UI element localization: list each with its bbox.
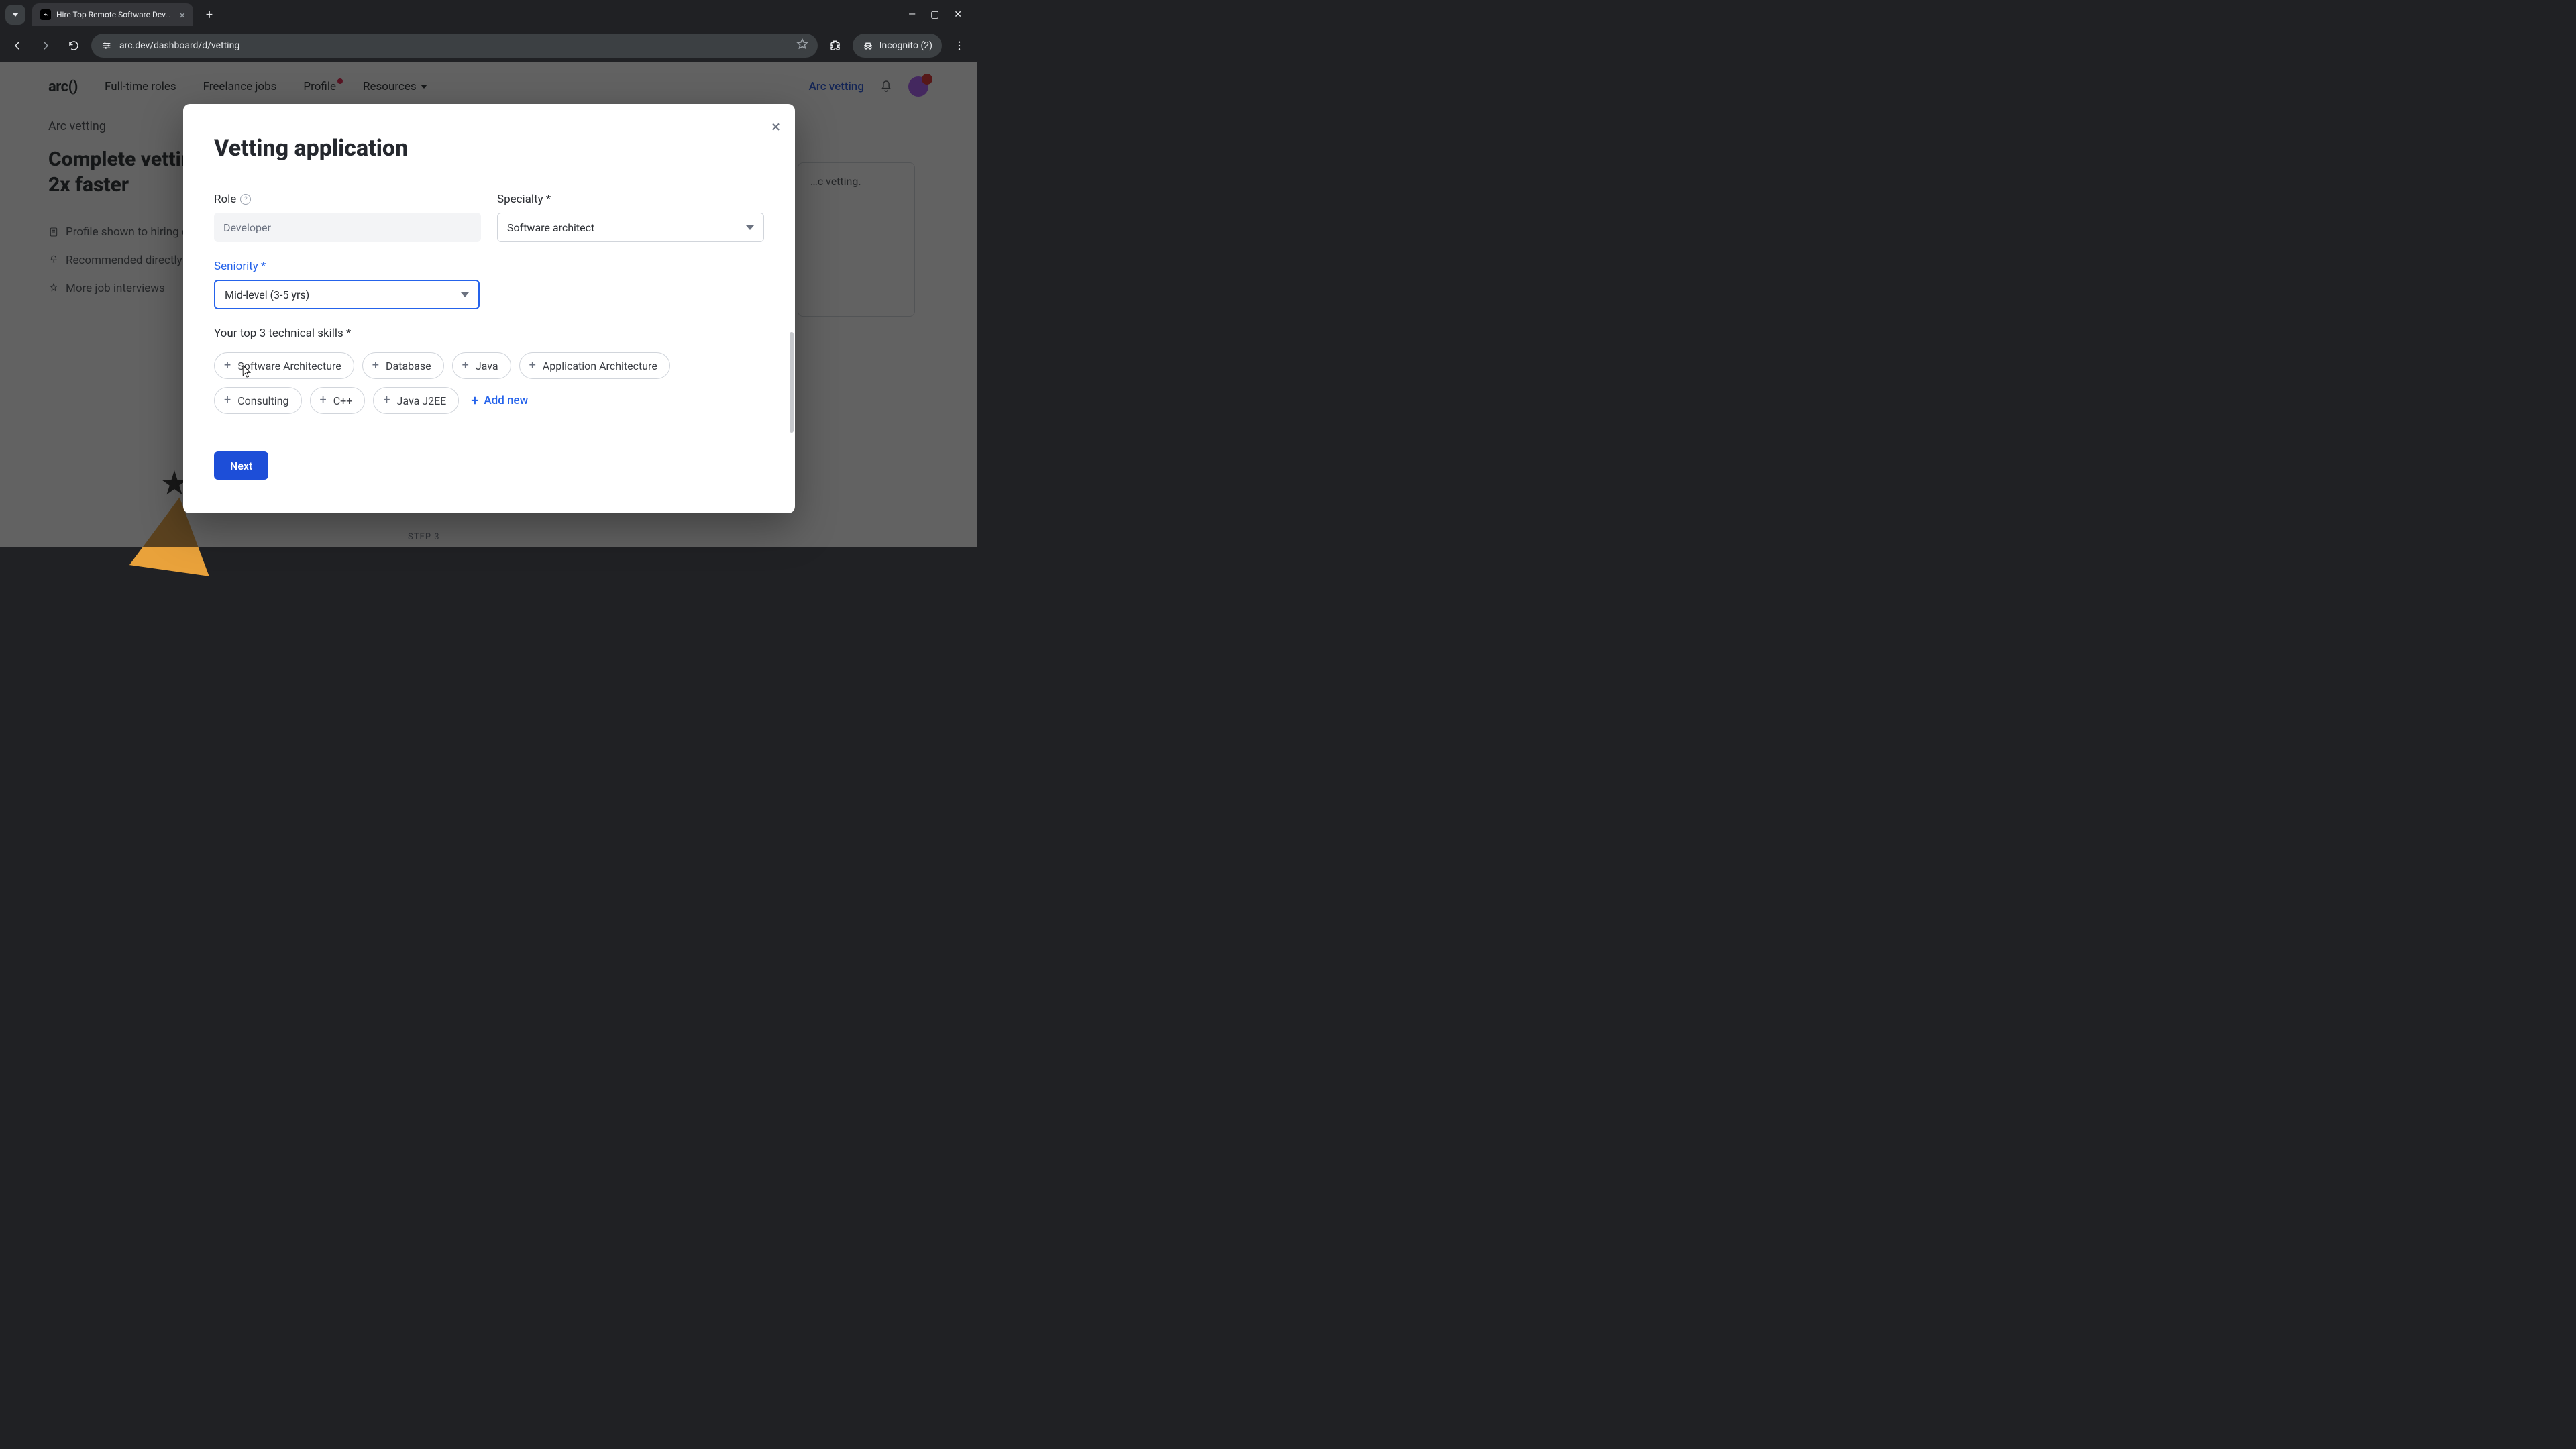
- browser-tab[interactable]: ⌁ Hire Top Remote Software Dev… ×: [32, 3, 193, 26]
- tab-close-icon[interactable]: ×: [179, 9, 185, 21]
- skill-chip[interactable]: +C++: [310, 387, 366, 414]
- minimize-button[interactable]: —: [908, 9, 916, 20]
- forward-button[interactable]: [35, 35, 56, 56]
- modal-close-button[interactable]: ×: [771, 119, 780, 135]
- next-button[interactable]: Next: [214, 451, 268, 480]
- bookmark-icon[interactable]: [796, 38, 808, 53]
- role-field: Developer: [214, 213, 481, 242]
- tab-title: Hire Top Remote Software Dev…: [56, 10, 174, 19]
- chevron-down-icon: [461, 292, 469, 297]
- browser-chrome: ⌁ Hire Top Remote Software Dev… × + — ▢ …: [0, 0, 977, 62]
- skill-chip[interactable]: +Java: [452, 352, 511, 379]
- plus-icon: +: [224, 394, 231, 407]
- plus-icon: +: [529, 360, 536, 372]
- plus-icon: +: [224, 360, 231, 372]
- scrollbar[interactable]: [790, 332, 794, 433]
- kebab-menu-button[interactable]: [949, 35, 970, 56]
- skills-label: Your top 3 technical skills *: [214, 327, 764, 340]
- tab-strip: ⌁ Hire Top Remote Software Dev… × + — ▢ …: [0, 0, 977, 30]
- back-button[interactable]: [7, 35, 28, 56]
- url-text: arc.dev/dashboard/d/vetting: [119, 40, 239, 51]
- favicon-icon: ⌁: [40, 9, 51, 20]
- seniority-select[interactable]: Mid-level (3-5 yrs): [214, 280, 480, 309]
- plus-icon: +: [320, 394, 327, 407]
- plus-icon: +: [383, 394, 390, 407]
- skill-chip[interactable]: +Software Architecture: [214, 352, 354, 379]
- role-label: Role ?: [214, 193, 481, 206]
- skill-chip[interactable]: +Application Architecture: [519, 352, 670, 379]
- incognito-label: Incognito (2): [879, 40, 932, 51]
- window-controls: — ▢ ✕: [908, 9, 971, 20]
- chevron-down-icon: [746, 225, 754, 230]
- plus-icon: +: [462, 360, 469, 372]
- seniority-label: Seniority *: [214, 260, 480, 273]
- tabs-search-button[interactable]: [5, 5, 25, 25]
- extensions-button[interactable]: [824, 35, 846, 56]
- modal-title: Vetting application: [214, 135, 764, 162]
- skill-chip[interactable]: +Java J2EE: [373, 387, 459, 414]
- address-bar[interactable]: arc.dev/dashboard/d/vetting: [91, 34, 818, 58]
- close-window-button[interactable]: ✕: [954, 9, 962, 20]
- reload-button[interactable]: [63, 35, 85, 56]
- browser-toolbar: arc.dev/dashboard/d/vetting Incognito (2…: [0, 30, 977, 62]
- add-new-skill-button[interactable]: +Add new: [467, 392, 528, 409]
- incognito-indicator[interactable]: Incognito (2): [853, 34, 942, 58]
- plus-icon: +: [471, 392, 478, 409]
- new-tab-button[interactable]: +: [200, 5, 219, 24]
- info-icon[interactable]: ?: [240, 194, 251, 205]
- skill-chip[interactable]: +Consulting: [214, 387, 302, 414]
- site-settings-icon[interactable]: [101, 40, 113, 52]
- specialty-select[interactable]: Software architect: [497, 213, 764, 242]
- chevron-down-icon: [12, 13, 19, 17]
- incognito-icon: [862, 40, 874, 52]
- maximize-button[interactable]: ▢: [930, 9, 939, 20]
- vetting-modal: × Vetting application Role ? Developer S…: [183, 104, 795, 513]
- skills-chips: +Software Architecture +Database +Java +…: [214, 352, 764, 414]
- skill-chip[interactable]: +Database: [362, 352, 444, 379]
- specialty-label: Specialty *: [497, 193, 764, 206]
- plus-icon: +: [372, 360, 379, 372]
